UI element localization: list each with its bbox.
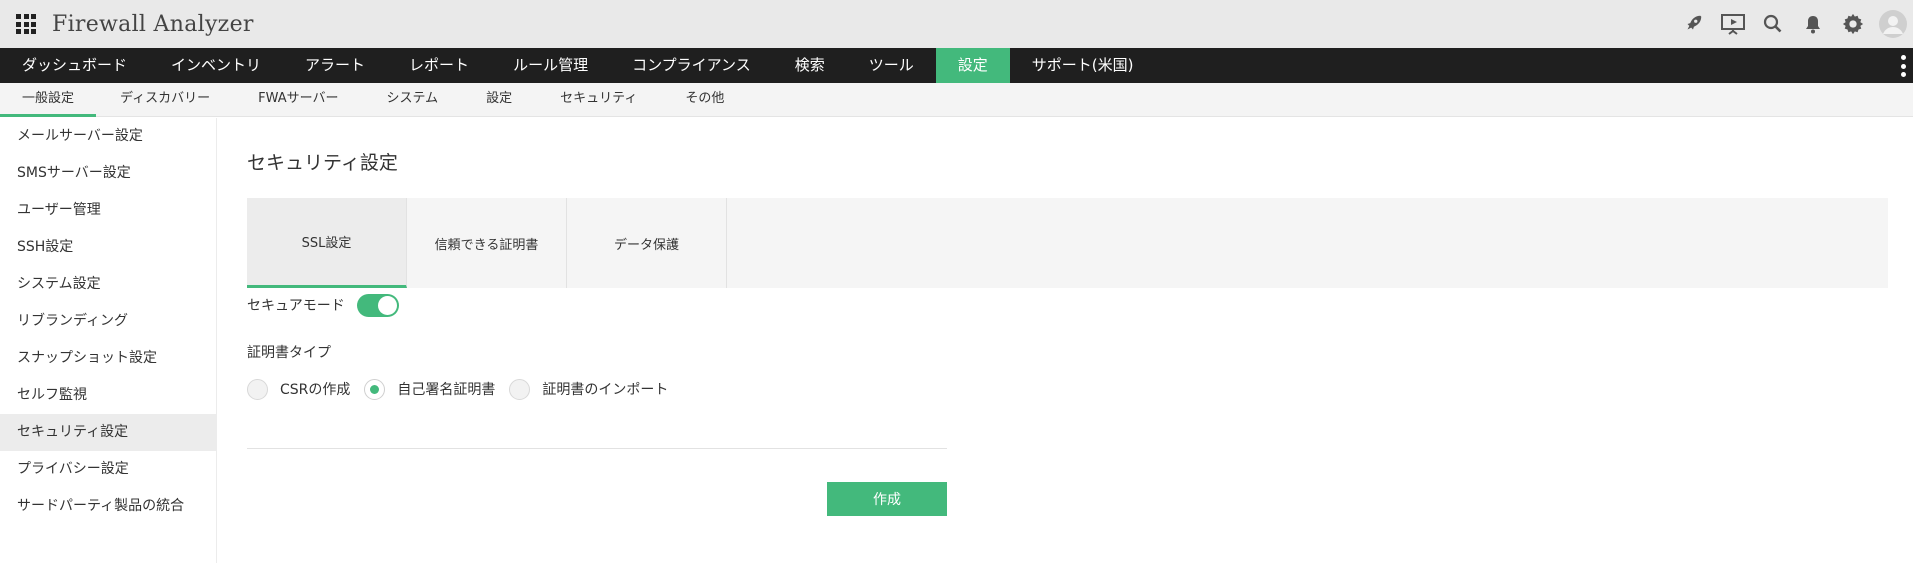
- tab-ssl-settings[interactable]: SSL設定: [247, 198, 407, 288]
- presentation-icon[interactable]: [1713, 0, 1753, 48]
- main-content: セキュリティ設定 SSL設定 信頼できる証明書 データ保護 セキュアモード 証明…: [218, 118, 1913, 563]
- radio-option-self-signed[interactable]: 自己署名証明書: [364, 378, 496, 400]
- radio-option-csr[interactable]: CSRの作成: [247, 378, 351, 400]
- cert-type-radio-group: CSRの作成 自己署名証明書 証明書のインポート: [247, 377, 682, 401]
- settings-tabs: SSL設定 信頼できる証明書 データ保護: [247, 198, 1888, 288]
- main-nav: ダッシュボード インベントリ アラート レポート ルール管理 コンプライアンス …: [0, 48, 1913, 83]
- nav-item-inventory[interactable]: インベントリ: [149, 48, 283, 83]
- sidebar-item-third-party[interactable]: サードパーティ製品の統合: [0, 488, 216, 525]
- nav-item-rule-management[interactable]: ルール管理: [491, 48, 610, 83]
- nav-item-compliance[interactable]: コンプライアンス: [610, 48, 773, 83]
- create-button[interactable]: 作成: [827, 482, 947, 516]
- secure-mode-toggle[interactable]: [356, 293, 399, 317]
- sidebar-item-sms-server[interactable]: SMSサーバー設定: [0, 155, 216, 192]
- radio-label-import: 証明書のインポート: [542, 382, 669, 398]
- sidebar-item-self-monitoring[interactable]: セルフ監視: [0, 377, 216, 414]
- subnav-general-settings[interactable]: 一般設定: [0, 83, 97, 117]
- search-icon[interactable]: [1753, 0, 1793, 48]
- sidebar: メールサーバー設定 SMSサーバー設定 ユーザー管理 SSH設定 システム設定 …: [0, 118, 217, 563]
- subnav-settings[interactable]: 設定: [462, 83, 536, 117]
- secure-mode-row: セキュアモード: [247, 292, 399, 318]
- nav-item-search[interactable]: 検索: [773, 48, 847, 83]
- subnav-system[interactable]: システム: [363, 83, 463, 117]
- sidebar-item-snapshot[interactable]: スナップショット設定: [0, 340, 216, 377]
- sidebar-item-user-management[interactable]: ユーザー管理: [0, 192, 216, 229]
- sidebar-item-ssh[interactable]: SSH設定: [0, 229, 216, 266]
- radio-option-import[interactable]: 証明書のインポート: [509, 378, 669, 400]
- rocket-icon[interactable]: [1673, 0, 1713, 48]
- radio-self-signed[interactable]: [364, 378, 386, 400]
- divider: [247, 448, 947, 449]
- sidebar-item-rebranding[interactable]: リブランディング: [0, 303, 216, 340]
- nav-item-settings[interactable]: 設定: [935, 48, 1010, 83]
- nav-item-support[interactable]: サポート(米国): [1010, 48, 1156, 83]
- app-title: Firewall Analyzer: [52, 11, 254, 37]
- more-vertical-icon[interactable]: [1901, 55, 1907, 77]
- sidebar-item-mail-server[interactable]: メールサーバー設定: [0, 118, 216, 155]
- bell-icon[interactable]: [1793, 0, 1833, 48]
- tab-data-protection[interactable]: データ保護: [567, 198, 727, 288]
- radio-label-csr: CSRの作成: [280, 382, 351, 398]
- nav-item-dashboard[interactable]: ダッシュボード: [0, 48, 149, 83]
- sidebar-item-system[interactable]: システム設定: [0, 266, 216, 303]
- radio-csr[interactable]: [247, 378, 268, 400]
- apps-grid-icon[interactable]: [16, 14, 36, 34]
- gear-icon[interactable]: [1833, 0, 1873, 48]
- sidebar-item-security[interactable]: セキュリティ設定: [0, 414, 216, 451]
- app-header: Firewall Analyzer: [0, 0, 1913, 48]
- subnav-discovery[interactable]: ディスカバリー: [96, 83, 234, 117]
- user-avatar-icon[interactable]: [1873, 0, 1913, 48]
- cert-type-label: 証明書タイプ: [247, 345, 331, 361]
- nav-item-tools[interactable]: ツール: [847, 48, 936, 83]
- subnav-fwa-server[interactable]: FWAサーバー: [234, 83, 362, 117]
- tab-trusted-certificates[interactable]: 信頼できる証明書: [407, 198, 567, 288]
- radio-label-self-signed: 自己署名証明書: [397, 382, 496, 398]
- subnav-others[interactable]: その他: [661, 83, 748, 117]
- page-title: セキュリティ設定: [247, 152, 398, 174]
- sub-nav: 一般設定 ディスカバリー FWAサーバー システム 設定 セキュリティ その他: [0, 83, 1913, 117]
- nav-item-alerts[interactable]: アラート: [283, 48, 387, 83]
- header-icons: [1673, 0, 1913, 48]
- subnav-security[interactable]: セキュリティ: [536, 83, 661, 117]
- radio-import[interactable]: [509, 378, 531, 400]
- nav-item-reports[interactable]: レポート: [387, 48, 491, 83]
- secure-mode-label: セキュアモード: [247, 298, 345, 314]
- sidebar-item-privacy[interactable]: プライバシー設定: [0, 451, 216, 488]
